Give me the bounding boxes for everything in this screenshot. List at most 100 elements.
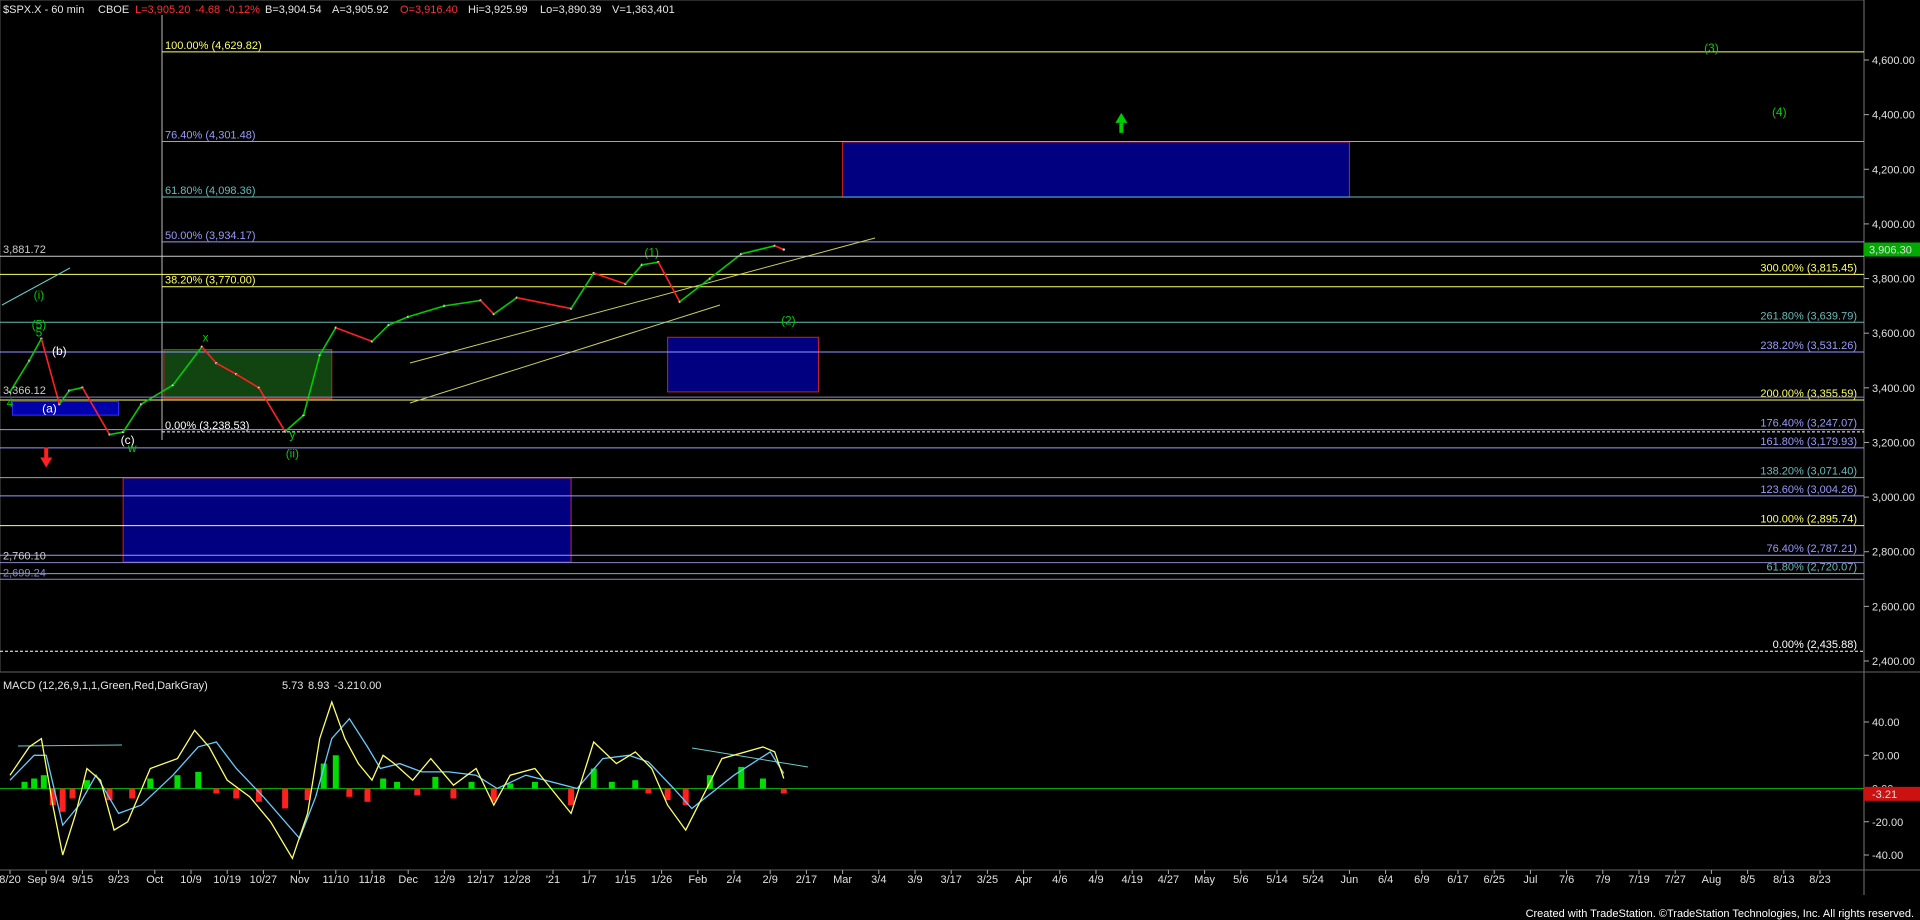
date-tick-label-37: 5/24 bbox=[1302, 874, 1323, 886]
date-tick-label-27: 3/17 bbox=[940, 874, 961, 886]
open-label: O=3,916.40 bbox=[400, 4, 458, 16]
down-arrow-shaft bbox=[44, 447, 49, 458]
date-tick-label-48: Aug bbox=[1702, 874, 1722, 886]
symbol-label: $SPX.X - 60 min bbox=[3, 4, 84, 16]
macd-histogram-bar-20 bbox=[346, 788, 353, 797]
fib-label-14: 123.60% (3,004.26) bbox=[1760, 484, 1857, 496]
exchange-label: CBOE bbox=[98, 4, 129, 16]
fib-label-18: 0.00% (2,435.88) bbox=[1773, 639, 1857, 651]
date-tick-label-34: May bbox=[1194, 874, 1215, 886]
date-tick-label-23: 2/17 bbox=[796, 874, 817, 886]
macd-histogram-bar-25 bbox=[432, 776, 439, 789]
macd-histogram-bar-29 bbox=[507, 783, 514, 789]
macd-histogram-bar-13 bbox=[213, 788, 220, 794]
macd-histogram-bar-10 bbox=[147, 778, 154, 789]
high-label: Hi=3,925.99 bbox=[468, 4, 528, 16]
macd-legend-value-zero: 0.00 bbox=[360, 680, 381, 692]
wave-label-8: x bbox=[202, 330, 208, 344]
date-tick-label-33: 4/27 bbox=[1158, 874, 1179, 886]
date-tick-label-10: 11/10 bbox=[322, 874, 349, 886]
fib-label-13: 138.20% (3,071.40) bbox=[1760, 466, 1857, 478]
macd-histogram-bar-31 bbox=[568, 788, 575, 806]
fib-label-9: 238.20% (3,531.26) bbox=[1760, 340, 1857, 352]
price-tick-label-5: 3,200.00 bbox=[1872, 437, 1915, 449]
date-tick-label-11: 11/18 bbox=[359, 874, 386, 886]
wave-label-5: (a) bbox=[42, 401, 57, 415]
price-tick-label-6: 3,400.00 bbox=[1872, 383, 1915, 395]
date-tick-label-13: 12/9 bbox=[434, 874, 455, 886]
date-tick-label-45: 7/9 bbox=[1595, 874, 1610, 886]
wave-label-3: 5 bbox=[36, 325, 43, 339]
date-tick-label-2: Sep 9/4 bbox=[27, 874, 65, 886]
date-tick-label-21: 2/4 bbox=[726, 874, 741, 886]
date-tick-label-9: Nov bbox=[290, 874, 310, 886]
date-tick-label-25: 3/4 bbox=[871, 874, 886, 886]
date-tick-label-14: 12/17 bbox=[467, 874, 495, 886]
target-box-2 bbox=[842, 141, 1350, 198]
date-tick-label-17: 1/7 bbox=[582, 874, 597, 886]
date-tick-label-22: 2/9 bbox=[763, 874, 778, 886]
fib-label-5: 38.20% (3,770.00) bbox=[165, 275, 256, 287]
macd-tick-label-5: 40.00 bbox=[1872, 717, 1900, 729]
price-level-label-2: 3,366.12 bbox=[3, 385, 46, 397]
macd-histogram-bar-24 bbox=[414, 788, 421, 796]
macd-histogram-bar-9 bbox=[129, 788, 136, 799]
macd-histogram-bar-34 bbox=[632, 780, 639, 789]
macd-histogram-bar-33 bbox=[608, 781, 615, 789]
macd-tick-label-2: -20.00 bbox=[1872, 817, 1903, 829]
macd-histogram-bar-35 bbox=[645, 788, 652, 794]
macd-histogram-bar-41 bbox=[780, 788, 787, 794]
wave-label-14: (3) bbox=[1704, 41, 1719, 55]
macd-legend-value-macd: 5.73 bbox=[282, 680, 303, 692]
date-tick-label-5: Oct bbox=[146, 874, 163, 886]
macd-histogram-bar-36 bbox=[664, 788, 671, 801]
price-level-label-3: 2,760.10 bbox=[3, 551, 46, 563]
fib-label-17: 61.80% (2,720.07) bbox=[1766, 562, 1857, 574]
chart-canvas: $SPX.X - 60 min CBOE L=3,905.20 -4.68 -0… bbox=[0, 0, 1920, 920]
date-tick-label-16: '21 bbox=[546, 874, 560, 886]
date-tick-label-50: 8/13 bbox=[1773, 874, 1794, 886]
macd-tick-label-4: 20.00 bbox=[1872, 750, 1900, 762]
wave-label-4: (b) bbox=[52, 344, 67, 358]
date-tick-label-12: Dec bbox=[398, 874, 418, 886]
date-tick-label-41: 6/17 bbox=[1447, 874, 1468, 886]
date-tick-label-24: Mar bbox=[833, 874, 852, 886]
fib-label-11: 176.40% (3,247.07) bbox=[1760, 418, 1857, 430]
fib-label-7: 300.00% (3,815.45) bbox=[1760, 262, 1857, 274]
date-tick-label-42: 6/25 bbox=[1483, 874, 1504, 886]
macd-legend-value-avg: 8.93 bbox=[308, 680, 329, 692]
macd-histogram-bar-12 bbox=[195, 771, 202, 789]
fib-label-16: 76.40% (2,787.21) bbox=[1766, 543, 1857, 555]
price-tick-label-2: 2,600.00 bbox=[1872, 601, 1915, 613]
target-box-1 bbox=[667, 336, 819, 393]
price-level-label-4: 2,699.24 bbox=[3, 567, 46, 579]
wave-label-1: (i) bbox=[34, 288, 45, 302]
price-tick-label-9: 4,000.00 bbox=[1872, 219, 1915, 231]
wave-label-13: (2) bbox=[781, 313, 796, 327]
price-level-label-1: 3,881.72 bbox=[3, 244, 46, 256]
date-tick-label-44: 7/6 bbox=[1559, 874, 1574, 886]
macd-title: MACD (12,26,9,1,1,Green,Red,DarkGray) bbox=[3, 680, 208, 692]
macd-histogram-bar-16 bbox=[282, 788, 289, 809]
macd-tick-label-1: -40.00 bbox=[1872, 850, 1903, 862]
fib-label-4: 50.00% (3,934.17) bbox=[165, 230, 256, 242]
low-label: Lo=3,890.39 bbox=[540, 4, 601, 16]
bid-label: B=3,904.54 bbox=[265, 4, 322, 16]
chart-header: $SPX.X - 60 min CBOE L=3,905.20 -4.68 -0… bbox=[3, 4, 675, 16]
wave-label-12: (1) bbox=[644, 246, 659, 260]
wave-label-9: y bbox=[289, 427, 295, 441]
change-label: -4.68 bbox=[195, 4, 220, 16]
date-tick-label-31: 4/9 bbox=[1088, 874, 1103, 886]
target-box-4 bbox=[163, 349, 333, 400]
fib-label-2: 76.40% (4,301.48) bbox=[165, 130, 256, 142]
date-tick-label-47: 7/27 bbox=[1664, 874, 1685, 886]
macd-histogram-bar-26 bbox=[450, 788, 457, 799]
macd-legend-value-diff: -3.21 bbox=[334, 680, 359, 692]
macd-histogram-bar-22 bbox=[380, 778, 387, 789]
macd-histogram-bar-5 bbox=[59, 788, 66, 812]
macd-histogram-bar-6 bbox=[69, 788, 76, 799]
change-pct-label: -0.12% bbox=[225, 4, 260, 16]
macd-legend: MACD (12,26,9,1,1,Green,Red,DarkGray) 5.… bbox=[3, 680, 381, 692]
fib-label-1: 100.00% (4,629.82) bbox=[165, 40, 262, 52]
date-tick-label-1: 8/20 bbox=[0, 874, 21, 886]
